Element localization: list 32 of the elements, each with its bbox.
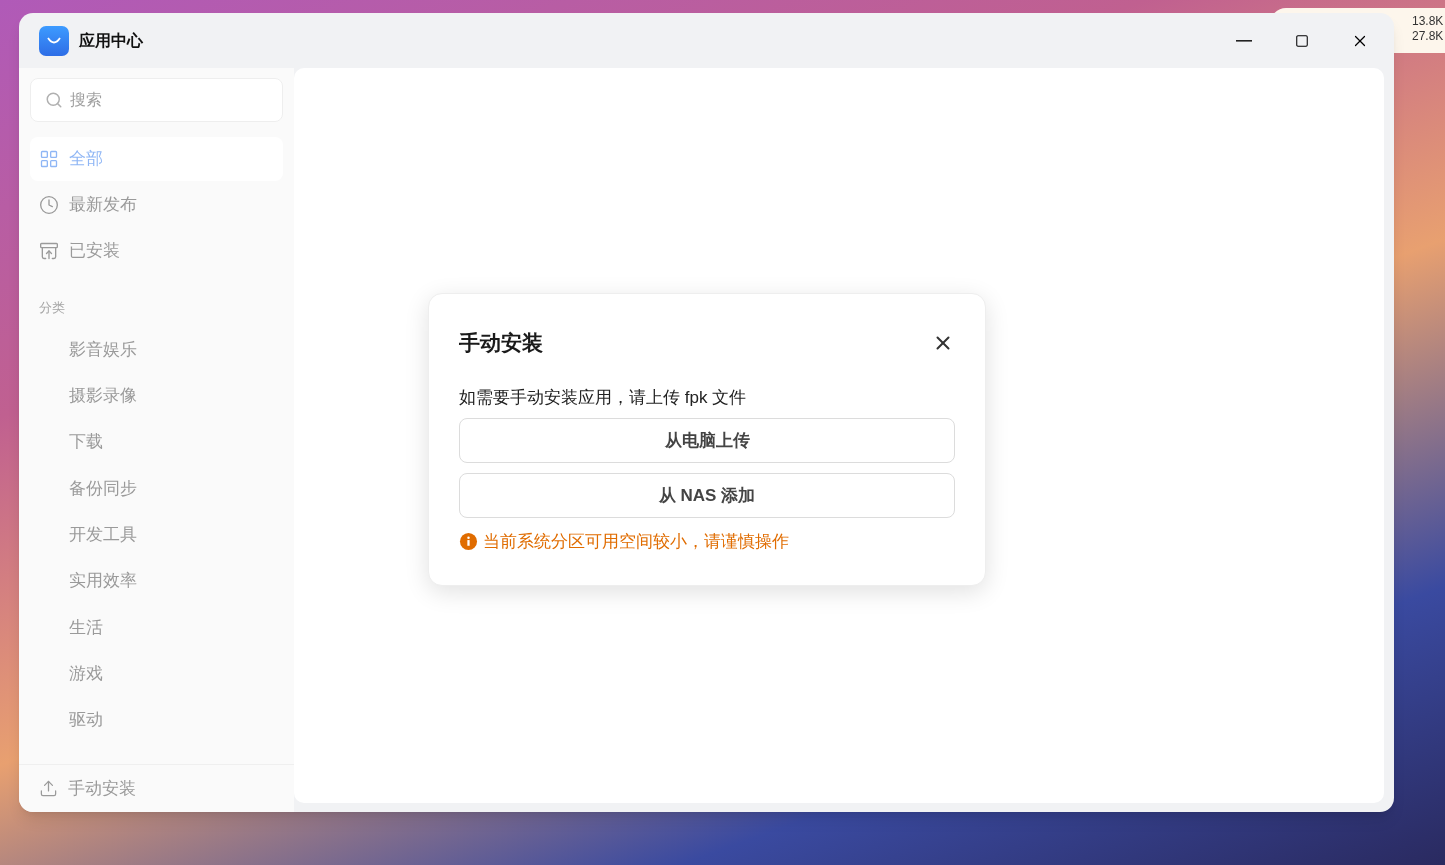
- category-item[interactable]: 影音娱乐: [30, 327, 283, 372]
- search-icon: [45, 91, 63, 109]
- window-title: 应用中心: [79, 30, 143, 51]
- network-speed: 13.8K: [1412, 14, 1445, 29]
- category-item[interactable]: 开发工具: [30, 512, 283, 557]
- network-speed: 27.8K: [1412, 29, 1445, 44]
- category-item[interactable]: 游戏: [30, 651, 283, 696]
- upload-option-button[interactable]: 从 NAS 添加: [459, 473, 955, 518]
- nav-item[interactable]: 最新发布: [30, 183, 283, 227]
- grid-icon: [39, 149, 59, 169]
- warning-text: 当前系统分区可用空间较小，请谨慎操作: [483, 531, 789, 553]
- dialog-message: 如需要手动安装应用，请上传 fpk 文件: [459, 386, 748, 409]
- clock-icon: [39, 195, 59, 215]
- maximize-icon: [1295, 33, 1309, 48]
- category-item[interactable]: 生活: [30, 605, 283, 650]
- dialog-title: 手动安装: [459, 330, 543, 356]
- info-icon: [459, 532, 478, 552]
- download-box-icon: [39, 241, 59, 261]
- minimize-icon: [1236, 39, 1252, 42]
- upload-icon: [39, 779, 58, 798]
- manual-install-link[interactable]: 手动安装: [19, 764, 294, 812]
- section-heading: 分类: [39, 299, 66, 317]
- category-item[interactable]: 下载: [30, 420, 283, 465]
- category-item[interactable]: 摄影录像: [30, 373, 283, 419]
- upload-option-button[interactable]: 从电脑上传: [459, 418, 955, 463]
- store-logo-icon: [39, 25, 69, 56]
- nav-item[interactable]: 已安装: [30, 229, 283, 273]
- search-field[interactable]: 搜索: [30, 78, 283, 122]
- nav-item[interactable]: 全部: [30, 137, 283, 181]
- category-item[interactable]: 实用效率: [30, 559, 283, 604]
- category-item[interactable]: 驱动: [30, 697, 283, 743]
- category-item[interactable]: 备份同步: [30, 466, 283, 511]
